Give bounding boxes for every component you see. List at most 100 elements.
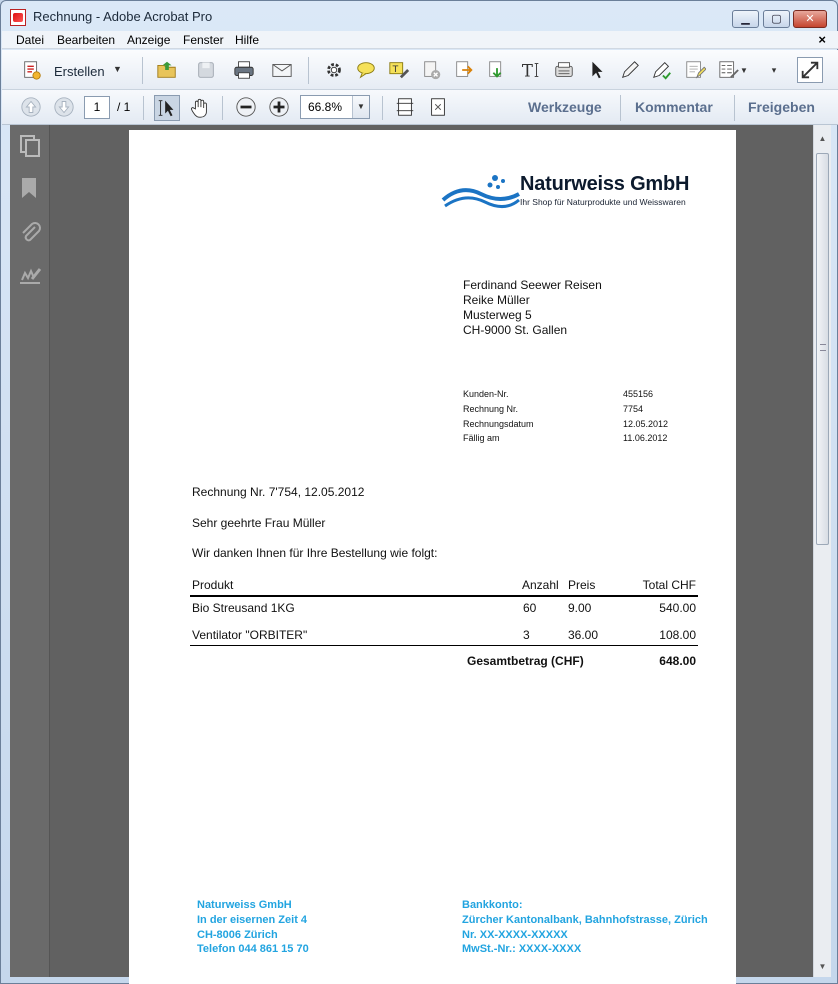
- table-cell-price: 36.00: [568, 628, 599, 642]
- meta-value: 11.06.2012: [623, 433, 668, 443]
- email-icon[interactable]: [270, 58, 294, 82]
- attachments-icon[interactable]: [17, 220, 43, 246]
- toolbar-separator: [620, 95, 621, 121]
- footer-company-line: In der eisernen Zeit 4: [197, 914, 308, 926]
- col-header-product: Produkt: [192, 578, 234, 592]
- chevron-down-icon[interactable]: ▼: [352, 96, 369, 118]
- create-label: Erstellen: [54, 64, 105, 79]
- footer-bank-line: Nr. XX-XXXX-XXXXX: [462, 929, 568, 941]
- footer-bank-line: MwSt.-Nr.: XXXX-XXXX: [462, 943, 582, 955]
- recipient-line: Ferdinand Seewer Reisen: [463, 278, 602, 292]
- table-cell-total: 108.00: [659, 628, 696, 642]
- zoom-in-icon[interactable]: [267, 95, 291, 119]
- page-total: / 1: [117, 100, 131, 114]
- invoice-subject: Rechnung Nr. 7'754, 12.05.2012: [192, 485, 365, 499]
- table-cell-qty: 3: [523, 628, 530, 642]
- pencil-icon[interactable]: [618, 58, 642, 82]
- toolbar-separator: [143, 96, 144, 120]
- intro-text: Wir danken Ihnen für Ihre Bestellung wie…: [192, 546, 438, 560]
- form-edit-icon[interactable]: [683, 58, 707, 82]
- acrobat-window: Rechnung - Adobe Acrobat Pro ▁ ▢ ✕ Datei…: [0, 0, 838, 984]
- print-icon[interactable]: [232, 58, 256, 82]
- table-cell-price: 9.00: [568, 601, 592, 615]
- fit-page-icon[interactable]: [426, 95, 450, 119]
- menu-datei[interactable]: Datei: [16, 33, 44, 47]
- vertical-scrollbar[interactable]: ▲ ▼: [813, 125, 831, 977]
- pdf-page: Naturweiss GmbH Ihr Shop für Naturproduk…: [129, 130, 736, 984]
- signatures-icon[interactable]: [17, 263, 43, 289]
- comment-icon[interactable]: [354, 58, 378, 82]
- svg-text:T: T: [392, 64, 399, 75]
- meta-value: 12.05.2012: [623, 419, 669, 429]
- table-cell-product: Ventilator "ORBITER": [192, 628, 308, 642]
- menu-bearbeiten[interactable]: Bearbeiten: [57, 33, 115, 47]
- footer-company-line: Telefon 044 861 15 70: [197, 943, 309, 955]
- main-toolbar: Erstellen ▼ T T ▼ ▾: [2, 50, 838, 90]
- close-document-button[interactable]: ×: [818, 32, 826, 47]
- select-tool-icon[interactable]: [154, 95, 180, 121]
- maximize-button[interactable]: ▢: [763, 10, 790, 28]
- close-window-button[interactable]: ✕: [793, 10, 827, 28]
- bookmarks-icon[interactable]: [17, 175, 43, 201]
- meta-label: Fällig am: [463, 433, 500, 443]
- footer-company-line: CH-8006 Zürich: [197, 929, 278, 941]
- scroll-thumb[interactable]: [816, 153, 829, 545]
- recipient-line: Musterweg 5: [463, 308, 532, 322]
- toolbar-separator: [222, 96, 223, 120]
- checklist-dropdown-icon[interactable]: ▼: [716, 58, 750, 82]
- meta-label: Rechnung Nr.: [463, 404, 519, 414]
- zoom-out-icon[interactable]: [234, 95, 258, 119]
- window-title: Rechnung - Adobe Acrobat Pro: [33, 9, 213, 24]
- customize-toolbar-icon[interactable]: ▾: [762, 58, 786, 82]
- menu-fenster[interactable]: Fenster: [183, 33, 224, 47]
- export-icon[interactable]: [452, 58, 476, 82]
- table-total-rule: [190, 645, 698, 646]
- document-area[interactable]: Naturweiss GmbH Ihr Shop für Naturproduk…: [50, 125, 813, 984]
- typewriter-icon[interactable]: [552, 58, 576, 82]
- expand-icon[interactable]: [797, 57, 823, 83]
- meta-label: Rechnungsdatum: [463, 419, 534, 429]
- zoom-value: 66.8%: [308, 100, 343, 114]
- tools-pane-link[interactable]: Werkzeuge: [528, 99, 602, 115]
- previous-page-icon[interactable]: [19, 95, 43, 119]
- footer-bank-line: Zürcher Kantonalbank, Bahnhofstrasse, Zü…: [462, 914, 708, 926]
- page-thumbnails-icon[interactable]: [17, 133, 43, 159]
- toolbar-separator: [142, 57, 143, 84]
- edit-text-icon[interactable]: T: [519, 58, 543, 82]
- scroll-down-arrow-icon[interactable]: ▼: [814, 958, 831, 975]
- highlight-text-icon[interactable]: T: [387, 58, 411, 82]
- table-header-rule: [190, 595, 698, 597]
- select-arrow-icon[interactable]: [585, 58, 609, 82]
- share-pane-link[interactable]: Freigeben: [748, 99, 815, 115]
- toolbar-separator: [308, 57, 309, 84]
- menu-anzeige[interactable]: Anzeige: [127, 33, 170, 47]
- save-icon[interactable]: [194, 58, 218, 82]
- page-number-input[interactable]: 1: [84, 96, 110, 119]
- menu-bar: Datei Bearbeiten Anzeige Fenster Hilfe ×: [2, 31, 838, 49]
- zoom-select[interactable]: 66.8% ▼: [300, 95, 370, 119]
- minimize-button[interactable]: ▁: [732, 10, 759, 28]
- open-folder-icon[interactable]: [155, 58, 179, 82]
- extract-icon[interactable]: [485, 58, 509, 82]
- next-page-icon[interactable]: [52, 95, 76, 119]
- wave-logo-icon: [441, 175, 520, 208]
- col-header-price: Preis: [568, 578, 596, 592]
- comment-pane-link[interactable]: Kommentar: [635, 99, 713, 115]
- hand-tool-icon[interactable]: [188, 96, 212, 120]
- delete-page-icon[interactable]: [420, 58, 444, 82]
- meta-value: 455156: [623, 389, 654, 399]
- menu-hilfe[interactable]: Hilfe: [235, 33, 259, 47]
- toolbar-separator: [382, 96, 383, 120]
- svg-text:T: T: [522, 61, 533, 80]
- navigation-pane: [10, 125, 50, 977]
- create-pdf-icon: [20, 58, 44, 82]
- col-header-qty: Anzahl: [522, 578, 559, 592]
- sign-icon[interactable]: [650, 58, 674, 82]
- create-button[interactable]: Erstellen ▼: [20, 58, 130, 84]
- scroll-up-arrow-icon[interactable]: ▲: [814, 130, 831, 147]
- chevron-down-icon: ▼: [113, 64, 122, 74]
- title-bar: Rechnung - Adobe Acrobat Pro ▁ ▢ ✕: [1, 1, 837, 31]
- gear-icon[interactable]: [322, 58, 346, 82]
- fit-width-icon[interactable]: [393, 95, 417, 119]
- company-logo: Naturweiss GmbH Ihr Shop für Naturproduk…: [441, 170, 705, 212]
